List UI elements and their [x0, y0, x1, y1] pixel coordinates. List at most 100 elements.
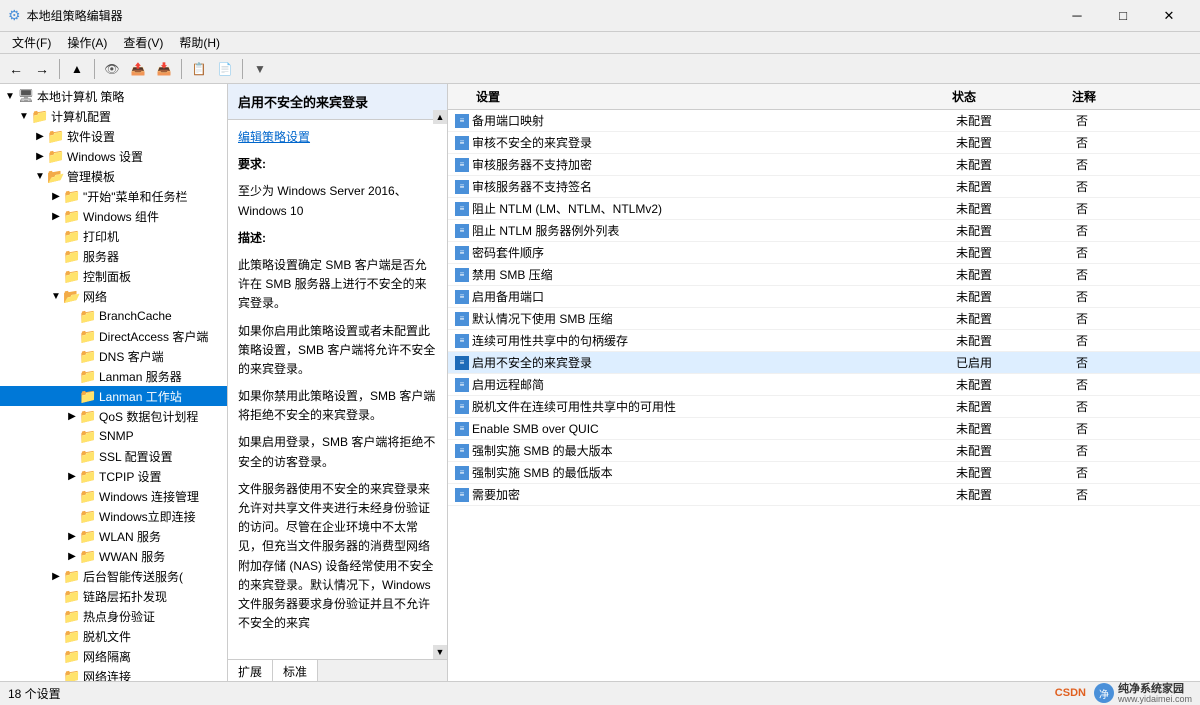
tree-start-menu[interactable]: ▶ 📁 "开始"菜单和任务栏: [0, 186, 227, 206]
scroll-up-button[interactable]: ▲: [433, 110, 447, 124]
settings-row-8[interactable]: ≡ 启用备用端口 未配置 否: [448, 286, 1200, 308]
settings-row-0[interactable]: ≡ 备用端口映射 未配置 否: [448, 110, 1200, 132]
tree-server[interactable]: ▶ 📁 服务器: [0, 246, 227, 266]
up-button[interactable]: ▲: [65, 57, 89, 81]
toolbar-sep-2: [94, 59, 95, 79]
tree-isolation[interactable]: ▶ 📁 网络隔离: [0, 646, 227, 666]
settings-row-3[interactable]: ≡ 审核服务器不支持签名 未配置 否: [448, 176, 1200, 198]
tree-wlan[interactable]: ▶ 📁 WLAN 服务: [0, 526, 227, 546]
copy-button[interactable]: 📋: [187, 57, 211, 81]
tree-computer-config[interactable]: ▼ 📁 计算机配置: [0, 106, 227, 126]
settings-row-11[interactable]: ≡ 启用不安全的来宾登录 已启用 否: [448, 352, 1200, 374]
settings-row-1[interactable]: ≡ 审核不安全的来宾登录 未配置 否: [448, 132, 1200, 154]
tree-direct-access[interactable]: ▶ 📁 DirectAccess 客户端: [0, 326, 227, 346]
tab-expand[interactable]: 扩展: [228, 660, 273, 681]
settings-row-13[interactable]: ≡ 脱机文件在连续可用性共享中的可用性 未配置 否: [448, 396, 1200, 418]
tree-net-connect[interactable]: ▶ 📁 网络连接: [0, 666, 227, 681]
scroll-down-button[interactable]: ▼: [433, 645, 447, 659]
row-13-name: 脱机文件在连续可用性共享中的可用性: [472, 398, 956, 415]
tree-win-connect[interactable]: ▶ 📁 Windows 连接管理: [0, 486, 227, 506]
qos-expand[interactable]: ▶: [64, 408, 80, 424]
computer-expand-icon[interactable]: ▼: [16, 108, 32, 124]
back-button[interactable]: ←: [4, 57, 28, 81]
settings-row-16[interactable]: ≡ 强制实施 SMB 的最低版本 未配置 否: [448, 462, 1200, 484]
offline-icon: 📁: [64, 628, 80, 644]
tree-wwan[interactable]: ▶ 📁 WWAN 服务: [0, 546, 227, 566]
forward-button[interactable]: →: [30, 57, 54, 81]
tree-hotspot[interactable]: ▶ 📁 热点身份验证: [0, 606, 227, 626]
tree-snmp[interactable]: ▶ 📁 SNMP: [0, 426, 227, 446]
tree-qos[interactable]: ▶ 📁 QoS 数据包计划程: [0, 406, 227, 426]
menu-file[interactable]: 文件(F): [4, 32, 59, 53]
paste-button[interactable]: 📄: [213, 57, 237, 81]
row-5-name: 阻止 NTLM 服务器例外列表: [472, 222, 956, 239]
windows-settings-expand[interactable]: ▶: [32, 148, 48, 164]
tcpip-expand[interactable]: ▶: [64, 468, 80, 484]
row-15-setting-icon: ≡: [460, 446, 465, 455]
software-expand-icon[interactable]: ▶: [32, 128, 48, 144]
tree-ssl[interactable]: ▶ 📁 SSL 配置设置: [0, 446, 227, 466]
admin-expand-icon[interactable]: ▼: [32, 168, 48, 184]
row-12-name: 启用远程邮简: [472, 376, 956, 393]
settings-row-17[interactable]: ≡ 需要加密 未配置 否: [448, 484, 1200, 506]
tree-network[interactable]: ▼ 📂 网络: [0, 286, 227, 306]
tree-windows-settings[interactable]: ▶ 📁 Windows 设置: [0, 146, 227, 166]
wlan-expand[interactable]: ▶: [64, 528, 80, 544]
settings-row-12[interactable]: ≡ 启用远程邮简 未配置 否: [448, 374, 1200, 396]
tree-dns[interactable]: ▶ 📁 DNS 客户端: [0, 346, 227, 366]
close-button[interactable]: ✕: [1146, 0, 1192, 32]
minimize-button[interactable]: ─: [1054, 0, 1100, 32]
menu-view[interactable]: 查看(V): [115, 32, 171, 53]
tree-link-layer[interactable]: ▶ 📁 链路层拓扑发现: [0, 586, 227, 606]
tree-lanman-server[interactable]: ▶ 📁 Lanman 服务器: [0, 366, 227, 386]
tree-admin-templates[interactable]: ▼ 📂 管理模板: [0, 166, 227, 186]
tree-branch-cache[interactable]: ▶ 📁 BranchCache: [0, 306, 227, 326]
start-menu-expand[interactable]: ▶: [48, 188, 64, 204]
maximize-button[interactable]: □: [1100, 0, 1146, 32]
export-button[interactable]: 📤: [126, 57, 150, 81]
tree-tcpip[interactable]: ▶ 📁 TCPIP 设置: [0, 466, 227, 486]
settings-row-2[interactable]: ≡ 审核服务器不支持加密 未配置 否: [448, 154, 1200, 176]
row-3-name: 审核服务器不支持签名: [472, 178, 956, 195]
tree-direct-access-label: DirectAccess 客户端: [99, 328, 208, 345]
tree-software-settings[interactable]: ▶ 📁 软件设置: [0, 126, 227, 146]
settings-row-10[interactable]: ≡ 连续可用性共享中的句柄缓存 未配置 否: [448, 330, 1200, 352]
menu-help[interactable]: 帮助(H): [171, 32, 228, 53]
row-7-note: 否: [1076, 266, 1196, 283]
row-1-name: 审核不安全的来宾登录: [472, 134, 956, 151]
row-16-status: 未配置: [956, 464, 1076, 481]
wwan-expand[interactable]: ▶: [64, 548, 80, 564]
software-folder-icon: 📁: [48, 128, 64, 144]
root-expand-icon[interactable]: ▼: [2, 88, 18, 104]
row-4-status: 未配置: [956, 200, 1076, 217]
tree-backend-transfer[interactable]: ▶ 📁 后台智能传送服务(: [0, 566, 227, 586]
tree-offline[interactable]: ▶ 📁 脱机文件: [0, 626, 227, 646]
tree-control-panel[interactable]: ▶ 📁 控制面板: [0, 266, 227, 286]
settings-row-14[interactable]: ≡ Enable SMB over QUIC 未配置 否: [448, 418, 1200, 440]
settings-row-7[interactable]: ≡ 禁用 SMB 压缩 未配置 否: [448, 264, 1200, 286]
filter-button[interactable]: ▼: [248, 57, 272, 81]
row-17-setting-icon: ≡: [460, 490, 465, 499]
settings-row-4[interactable]: ≡ 阻止 NTLM (LM、NTLM、NTLMv2) 未配置 否: [448, 198, 1200, 220]
settings-row-15[interactable]: ≡ 强制实施 SMB 的最大版本 未配置 否: [448, 440, 1200, 462]
win-comp-expand[interactable]: ▶: [48, 208, 64, 224]
tab-standard[interactable]: 标准: [273, 660, 318, 681]
settings-row-9[interactable]: ≡ 默认情况下使用 SMB 压缩 未配置 否: [448, 308, 1200, 330]
backend-expand[interactable]: ▶: [48, 568, 64, 584]
tree-root[interactable]: ▼ 🖥 本地计算机 策略: [0, 86, 227, 106]
tree-lanman-workstation[interactable]: ▶ 📁 Lanman 工作站: [0, 386, 227, 406]
tree-windows-components[interactable]: ▶ 📁 Windows 组件: [0, 206, 227, 226]
tree-win-instant[interactable]: ▶ 📁 Windows立即连接: [0, 506, 227, 526]
tree-printer[interactable]: ▶ 📁 打印机: [0, 226, 227, 246]
edit-policy-link[interactable]: 编辑策略设置: [238, 130, 310, 144]
menu-action[interactable]: 操作(A): [59, 32, 115, 53]
network-expand[interactable]: ▼: [48, 288, 64, 304]
import-button[interactable]: 📥: [152, 57, 176, 81]
row-15-status: 未配置: [956, 442, 1076, 459]
row-8-status: 未配置: [956, 288, 1076, 305]
settings-row-5[interactable]: ≡ 阻止 NTLM 服务器例外列表 未配置 否: [448, 220, 1200, 242]
row-12-icon: ≡: [452, 378, 472, 392]
tree-root-label: 本地计算机 策略: [37, 88, 124, 105]
settings-row-6[interactable]: ≡ 密码套件顺序 未配置 否: [448, 242, 1200, 264]
show-hide-button[interactable]: 👁: [100, 57, 124, 81]
